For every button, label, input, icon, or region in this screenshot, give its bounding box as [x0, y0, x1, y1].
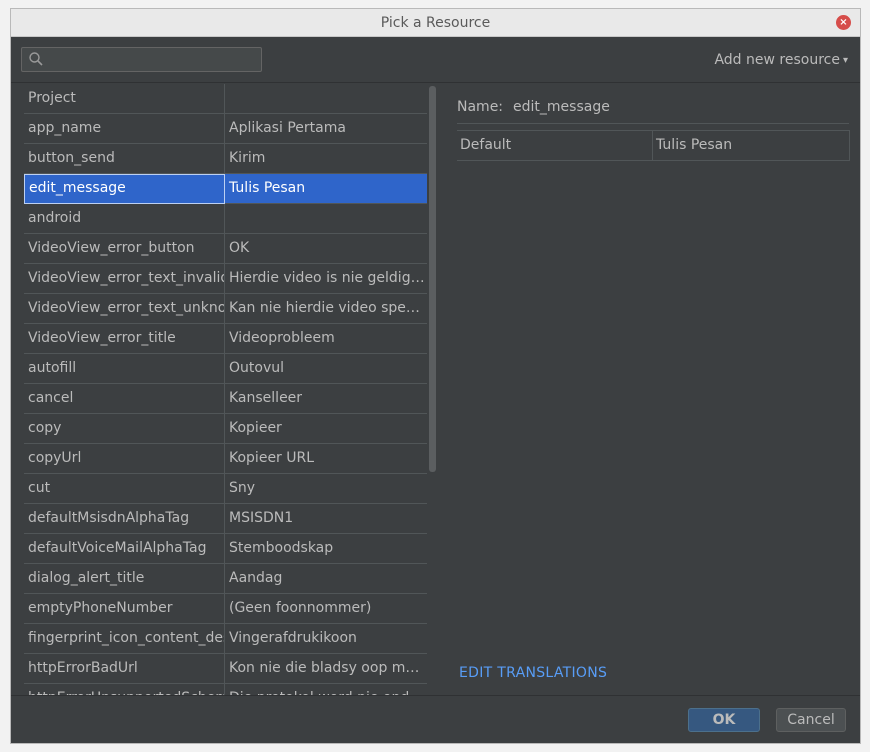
resource-value: Kan nie hierdie video spee... — [229, 300, 427, 316]
table-row[interactable]: VideoView_error_button OK — [24, 234, 427, 264]
resource-value: Outovul — [229, 360, 284, 376]
ok-button[interactable]: OK — [688, 708, 760, 732]
resource-value: Stemboodskap — [229, 540, 334, 556]
table-row[interactable]: app_name Aplikasi Pertama — [24, 114, 427, 144]
table-row[interactable]: defaultMsisdnAlphaTag MSISDN1 — [24, 504, 427, 534]
resource-value — [225, 204, 427, 234]
resource-key: VideoView_error_button — [24, 234, 225, 264]
resource-value: Videoprobleem — [229, 330, 335, 346]
group-header: Project — [24, 84, 225, 114]
resource-value: OK — [229, 240, 250, 256]
edit-translations-link[interactable]: EDIT TRANSLATIONS — [459, 665, 607, 681]
resource-key: fingerprint_icon_content_description — [24, 624, 225, 654]
translation-text: Tulis Pesan — [656, 137, 733, 153]
table-row[interactable]: VideoView_error_text_unknown Kan nie hier… — [24, 294, 427, 324]
resource-value: Aandag — [229, 570, 283, 586]
table-row[interactable]: httpErrorBadUrl Kon nie die bladsy oop ma… — [24, 654, 427, 684]
title-bar: Pick a Resource × — [11, 9, 860, 37]
resource-value: Tulis Pesan — [229, 180, 306, 196]
resource-value: MSISDN1 — [229, 510, 294, 526]
resource-key: edit_message — [24, 174, 225, 204]
resource-key: copyUrl — [24, 444, 225, 474]
group-header-value — [225, 84, 427, 114]
resource-table: Project app_name Aplikasi Pertama button_s… — [24, 84, 427, 696]
table-row[interactable]: dialog_alert_title Aandag — [24, 564, 427, 594]
resource-key: cut — [24, 474, 225, 504]
search-icon — [29, 52, 43, 66]
dialog-title: Pick a Resource — [380, 14, 491, 31]
table-row[interactable]: fingerprint_icon_content_descriptionVing… — [24, 624, 427, 654]
chevron-down-icon: ▾ — [842, 54, 848, 66]
group-header-row[interactable]: Project — [24, 84, 427, 114]
name-value: edit_message — [513, 99, 610, 115]
resource-key: autofill — [24, 354, 225, 384]
table-row[interactable]: edit_message Tulis Pesan — [24, 174, 427, 204]
resource-value: Sny — [229, 480, 256, 496]
table-row[interactable]: defaultVoiceMailAlphaTag Stemboodskap — [24, 534, 427, 564]
resource-key: android — [24, 204, 225, 234]
table-row[interactable]: autofill Outovul — [24, 354, 427, 384]
resource-key: button_send — [24, 144, 225, 174]
resource-value: Aplikasi Pertama — [229, 120, 346, 136]
resource-key: defaultVoiceMailAlphaTag — [24, 534, 225, 564]
resource-key: VideoView_error_text_invalid — [24, 264, 225, 294]
resource-value: Kirim — [229, 150, 266, 166]
name-label: Name: — [457, 99, 504, 115]
table-row[interactable]: emptyPhoneNumber (Geen foonnommer) — [24, 594, 427, 624]
table-row[interactable]: android — [24, 204, 427, 234]
scrollbar-thumb[interactable] — [429, 86, 436, 472]
cancel-button[interactable]: Cancel — [776, 708, 846, 732]
table-row[interactable]: copy Kopieer — [24, 414, 427, 444]
table-row[interactable]: cancel Kanselleer — [24, 384, 427, 414]
resource-value: Hierdie video is nie geldig ... — [229, 270, 427, 286]
table-row[interactable]: button_send Kirim — [24, 144, 427, 174]
resource-value: Kanselleer — [229, 390, 303, 406]
resource-value: Kopieer URL — [229, 450, 315, 466]
resource-key: defaultMsisdnAlphaTag — [24, 504, 225, 534]
top-divider — [11, 82, 860, 83]
search-input[interactable] — [48, 50, 258, 69]
bottom-divider — [11, 695, 860, 696]
translation-locale: Default — [457, 131, 653, 160]
add-new-resource-label: Add new resource — [714, 52, 840, 68]
add-new-resource-dropdown[interactable]: Add new resource ▾ — [714, 52, 848, 68]
resource-key: dialog_alert_title — [24, 564, 225, 594]
search-box[interactable] — [21, 47, 262, 72]
resource-key: httpErrorBadUrl — [24, 654, 225, 684]
resource-key: cancel — [24, 384, 225, 414]
resource-value: Kopieer — [229, 420, 282, 436]
resource-picker-dialog: Pick a Resource × Add new resource ▾ Pro… — [10, 8, 861, 744]
resource-key: VideoView_error_title — [24, 324, 225, 354]
resource-key: VideoView_error_text_unknown — [24, 294, 225, 324]
resource-key: copy — [24, 414, 225, 444]
resource-key: emptyPhoneNumber — [24, 594, 225, 624]
table-row[interactable]: copyUrl Kopieer URL — [24, 444, 427, 474]
table-row[interactable]: VideoView_error_text_invalid Hierdie vide… — [24, 264, 427, 294]
detail-divider — [457, 123, 849, 124]
resource-value: Kon nie die bladsy oop ma... — [229, 660, 427, 676]
resource-rows: app_name Aplikasi Pertama button_send Kirim… — [24, 114, 427, 696]
resource-value: Vingerafdrukikoon — [229, 630, 357, 646]
table-row[interactable]: VideoView_error_title Videoprobleem — [24, 324, 427, 354]
translation-row[interactable]: Default Tulis Pesan — [457, 130, 850, 161]
resource-value: (Geen foonnommer) — [229, 600, 372, 616]
table-row[interactable]: cut Sny — [24, 474, 427, 504]
close-icon[interactable]: × — [836, 15, 851, 30]
resource-key: app_name — [24, 114, 225, 144]
resource-name: Name: edit_message — [457, 99, 610, 115]
